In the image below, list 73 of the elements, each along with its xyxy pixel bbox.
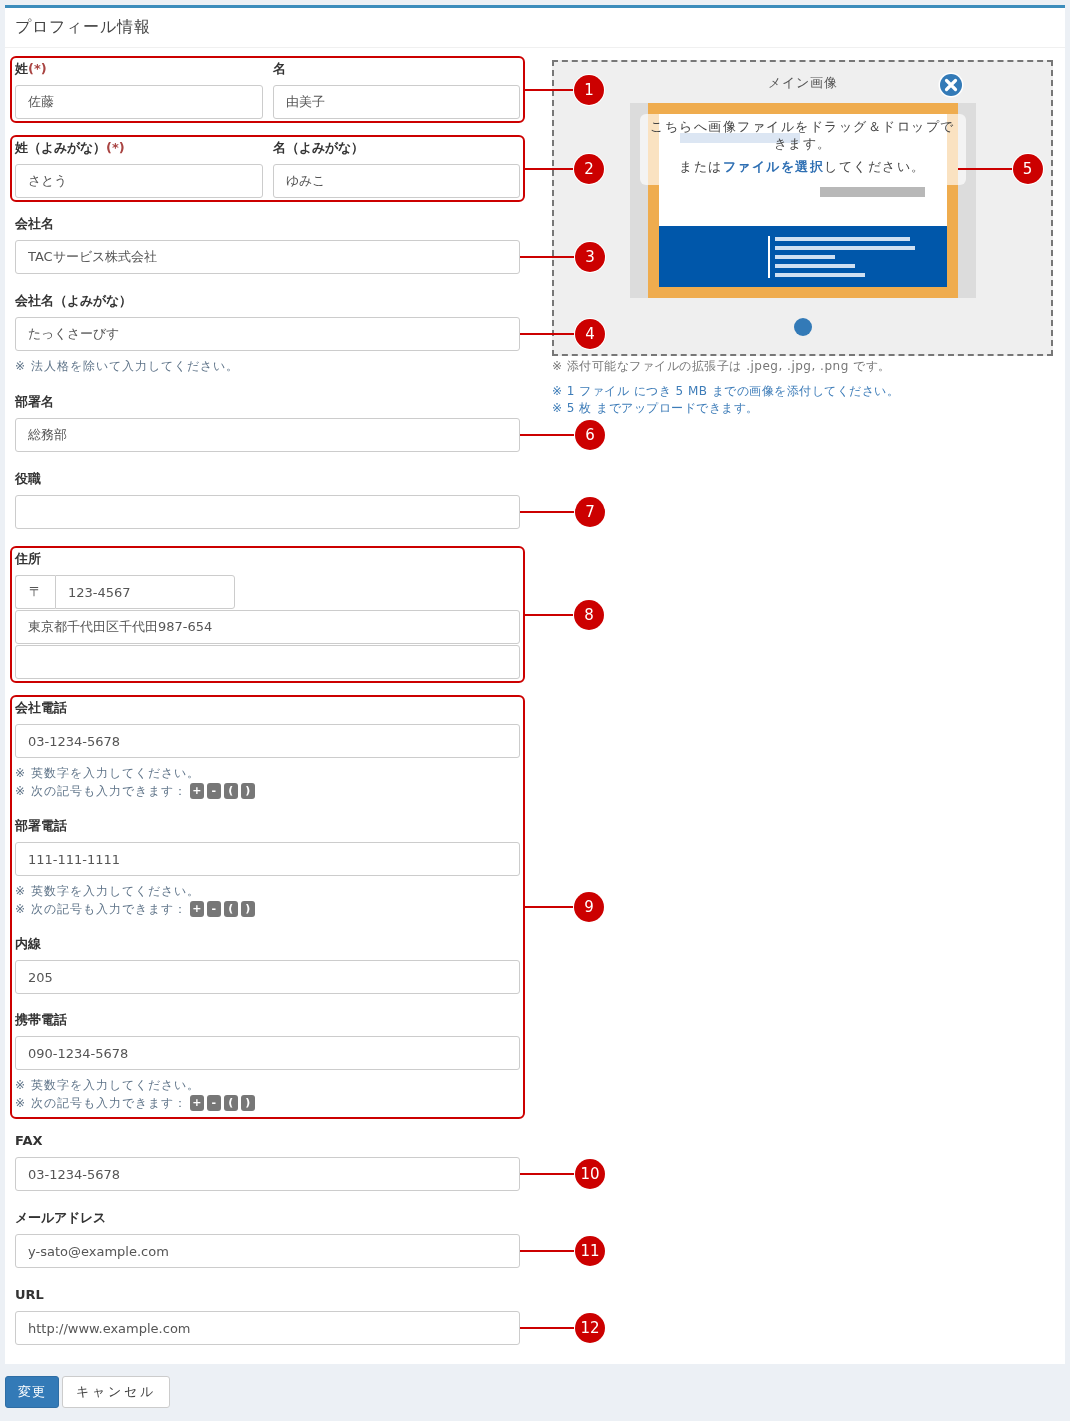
text-field[interactable]: 由美子 (272, 85, 520, 119)
symbol-key: ( (223, 783, 238, 799)
hint-text: ※ 英数字を入力してください。 (15, 1077, 201, 1094)
postal-mark: 〒 (15, 575, 55, 609)
field-label: 携帯電話 (15, 1011, 68, 1029)
symbol-key: + (189, 901, 204, 917)
note-text: ※ 添付可能なファイルの拡張子は .jpeg, .jpg, .png です。 (552, 358, 892, 375)
callout-number: 9 (574, 892, 604, 922)
callout-number: 7 (575, 497, 605, 527)
field-label: 部署電話 (15, 817, 68, 835)
field-label: 内線 (15, 935, 42, 953)
text-field[interactable]: 佐藤 (15, 85, 263, 119)
field-label: 姓(*) (15, 60, 48, 78)
field-label: 部署名 (15, 393, 55, 411)
text-field[interactable]: 090-1234-5678 (15, 1036, 520, 1070)
image-title: メイン画像 (767, 74, 838, 92)
field-label: 会社名（よみがな） (15, 292, 133, 310)
note-text: ※ 1 ファイル につき 5 MB までの画像を添付してください。 (552, 383, 901, 400)
callout-number: 10 (575, 1159, 605, 1189)
callout-number: 4 (575, 319, 605, 349)
callout-number: 11 (575, 1236, 605, 1266)
select-instruction: または (679, 159, 723, 174)
action-button[interactable]: キャンセル (62, 1376, 170, 1408)
field-label: 会社名 (15, 215, 55, 233)
hint-text: ※ 英数字を入力してください。 (15, 883, 201, 900)
symbol-key: - (206, 901, 221, 917)
symbol-key: + (189, 1095, 204, 1111)
symbol-key: ) (240, 1095, 255, 1111)
hint-text: ※ 次の記号も入力できます： (15, 783, 187, 800)
text-field[interactable]: 03-1234-5678 (15, 724, 520, 758)
text-field[interactable]: 総務部 (15, 418, 520, 452)
symbol-key: ( (223, 1095, 238, 1111)
field-label: 名（よみがな） (272, 139, 365, 157)
field-label: 姓（よみがな）(*) (15, 139, 126, 157)
text-field[interactable]: 03-1234-5678 (15, 1157, 520, 1191)
field-label: URL (15, 1286, 45, 1304)
text-field[interactable]: 205 (15, 960, 520, 994)
select-file-link[interactable]: ファイルを選択 (722, 159, 825, 174)
callout-number: 8 (574, 599, 604, 630)
callout-number: 6 (575, 420, 605, 450)
symbol-key: - (206, 1095, 221, 1111)
text-field[interactable]: たっくさーびす (15, 317, 520, 351)
text-field[interactable]: ゆみこ (272, 164, 520, 198)
text-field[interactable]: TACサービス株式会社 (15, 240, 520, 274)
text-field[interactable]: さとう (15, 164, 263, 198)
hint-text: ※ 法人格を除いて入力してください。 (15, 358, 240, 375)
field-label: 住所 (15, 550, 42, 568)
note-text: ※ 5 枚 までアップロードできます。 (552, 400, 760, 417)
field-label: 会社電話 (15, 699, 68, 717)
select-instruction: してください。 (824, 159, 926, 174)
callout-number: 5 (1012, 154, 1043, 184)
hint-text: ※ 英数字を入力してください。 (15, 765, 201, 782)
symbol-key: ) (240, 783, 255, 799)
field-label: 名 (272, 60, 287, 78)
callout-number: 3 (575, 242, 605, 272)
text-field[interactable]: y-sato@example.com (15, 1234, 520, 1268)
symbol-key: + (189, 783, 204, 799)
text-field[interactable]: 111-111-1111 (15, 842, 520, 876)
drop-instruction: こちらへ画像ファイルをドラッグ＆ドロップできます。 (649, 118, 956, 152)
field-label: 役職 (15, 470, 42, 488)
hint-text: ※ 次の記号も入力できます： (15, 901, 187, 918)
text-field[interactable]: 東京都千代田区千代田987-654 (15, 610, 520, 644)
action-button[interactable]: 変更 (5, 1376, 59, 1408)
symbol-key: - (206, 783, 221, 799)
callout-number: 12 (575, 1313, 605, 1343)
symbol-key: ) (240, 901, 255, 917)
symbol-key: ( (223, 901, 238, 917)
postal-code-field[interactable]: 123-4567 (55, 575, 235, 609)
panel-title: プロフィール情報 (15, 17, 151, 38)
field-label: メールアドレス (15, 1209, 107, 1227)
text-field[interactable]: http://www.example.com (15, 1311, 520, 1345)
field-label: FAX (15, 1132, 44, 1150)
hint-text: ※ 次の記号も入力できます： (15, 1095, 187, 1112)
